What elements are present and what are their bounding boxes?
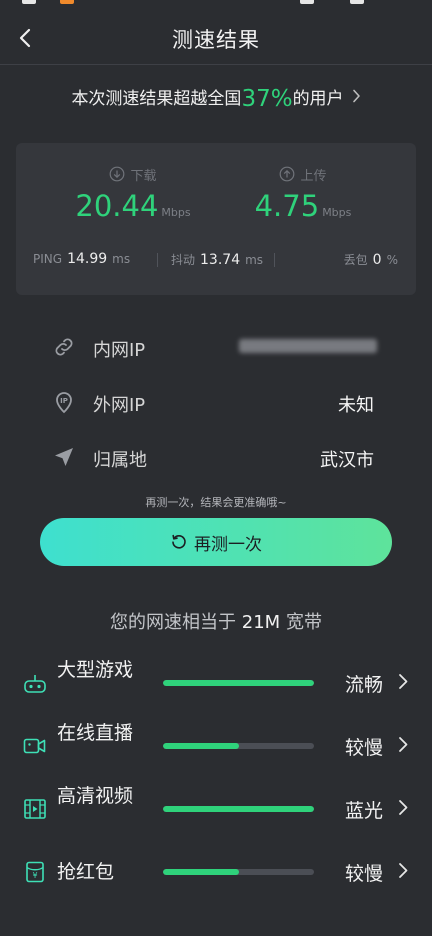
- jitter-stat: 抖动 13.74 ms: [171, 251, 263, 268]
- chevron-right-icon: [399, 674, 408, 689]
- location-arrow-icon: [55, 448, 73, 466]
- info-key: 内网IP: [93, 340, 146, 361]
- ping-unit: ms: [112, 252, 131, 266]
- equivalent-value: 21M: [241, 612, 281, 633]
- film-icon: [24, 799, 46, 819]
- info-value: 武汉市: [320, 450, 374, 471]
- use-case-level-bar: [163, 869, 314, 875]
- loss-value: 0: [372, 252, 382, 268]
- loss-label: 丢包: [343, 253, 368, 267]
- loss-unit: %: [386, 253, 398, 267]
- packet-loss-stat: 丢包 0%: [344, 251, 398, 268]
- status-bar-icon: [350, 0, 364, 4]
- download-unit: Mbps: [161, 206, 191, 219]
- link-icon: [55, 338, 73, 356]
- svg-text:IP: IP: [60, 397, 68, 405]
- download-icon: [110, 166, 125, 182]
- use-case-status: 蓝光: [345, 800, 384, 822]
- download-label: 下载: [130, 168, 157, 184]
- status-bar-icon: [300, 0, 314, 4]
- gamepad-icon: [24, 675, 46, 693]
- use-case-level-fill: [163, 680, 314, 686]
- info-row-public-ip: IP 外网IP 未知: [0, 382, 432, 422]
- info-key: 归属地: [93, 450, 147, 471]
- use-case-level-fill: [163, 806, 314, 812]
- status-bar: [0, 0, 432, 6]
- ping-stat: PING 14.99 ms: [33, 251, 130, 267]
- stat-divider: [157, 253, 158, 267]
- redacted-ip-value: [239, 339, 377, 353]
- refresh-icon: [172, 534, 186, 549]
- info-value: 未知: [338, 395, 374, 416]
- ip-pin-icon: IP: [56, 392, 72, 414]
- use-case-label: 抢红包: [57, 861, 115, 883]
- stat-divider: [274, 253, 275, 267]
- info-row-location: 归属地 武汉市: [0, 437, 432, 477]
- jitter-label: 抖动: [171, 253, 196, 267]
- download-metric: 下载 20.44 Mbps: [53, 165, 213, 223]
- chevron-right-icon: [399, 863, 408, 878]
- use-case-label: 高清视频: [57, 785, 134, 807]
- retest-button[interactable]: 再测一次: [40, 518, 392, 566]
- upload-metric: 上传 4.75 Mbps: [223, 165, 383, 223]
- status-bar-icon: [22, 0, 36, 4]
- use-case-level-bar: [163, 680, 314, 686]
- info-key: 外网IP: [93, 395, 146, 416]
- use-case-row[interactable]: 高清视频 蓝光: [0, 779, 432, 839]
- page-title: 测速结果: [172, 28, 260, 52]
- use-case-level-fill: [163, 743, 239, 749]
- use-case-label: 在线直播: [57, 722, 134, 744]
- use-case-row[interactable]: 大型游戏 流畅: [0, 653, 432, 713]
- rank-summary-link[interactable]: 本次测速结果超越全国37%的用户: [0, 84, 432, 112]
- bandwidth-equivalent: 您的网速相当于 21M 宽带: [0, 608, 432, 634]
- upload-icon: [280, 166, 295, 182]
- use-case-level-bar: [163, 806, 314, 812]
- video-camera-icon: [23, 738, 46, 754]
- upload-value: 4.75: [254, 189, 320, 223]
- retest-button-label: 再测一次: [194, 534, 262, 555]
- use-case-level-fill: [163, 869, 239, 875]
- chevron-right-icon: [399, 737, 408, 752]
- ping-value: 14.99: [67, 251, 108, 267]
- red-packet-icon: ¥: [26, 861, 44, 883]
- rank-suffix: 的用户: [292, 89, 344, 109]
- info-row-intranet-ip: 内网IP: [0, 327, 432, 367]
- chevron-right-icon: [352, 88, 361, 108]
- nav-header: 测速结果: [0, 14, 432, 64]
- upload-label: 上传: [300, 168, 327, 184]
- use-case-level-bar: [163, 743, 314, 749]
- use-case-row[interactable]: ¥ 抢红包 较慢: [0, 842, 432, 902]
- jitter-unit: ms: [245, 253, 264, 267]
- status-bar-icon: [60, 0, 74, 4]
- use-case-label: 大型游戏: [57, 659, 134, 681]
- use-case-status: 较慢: [345, 737, 384, 759]
- chevron-right-icon: [399, 800, 408, 815]
- speed-result-card: 下载 20.44 Mbps 上传 4.75 Mbps PING 14.99 ms 抖动 1…: [16, 143, 416, 295]
- header-divider: [0, 64, 432, 65]
- svg-text:¥: ¥: [32, 871, 37, 880]
- use-case-status: 较慢: [345, 863, 384, 885]
- use-case-status: 流畅: [345, 674, 384, 696]
- ping-label: PING: [33, 252, 63, 266]
- equivalent-prefix: 您的网速相当于: [110, 612, 237, 633]
- retest-hint: 再测一次，结果会更准确哦~: [145, 496, 287, 509]
- download-value: 20.44: [75, 189, 159, 223]
- equivalent-suffix: 宽带: [285, 612, 322, 633]
- rank-prefix: 本次测速结果超越全国: [71, 89, 242, 109]
- upload-unit: Mbps: [322, 206, 352, 219]
- rank-percent: 37%: [241, 86, 293, 112]
- use-case-row[interactable]: 在线直播 较慢: [0, 716, 432, 776]
- jitter-value: 13.74: [200, 252, 241, 268]
